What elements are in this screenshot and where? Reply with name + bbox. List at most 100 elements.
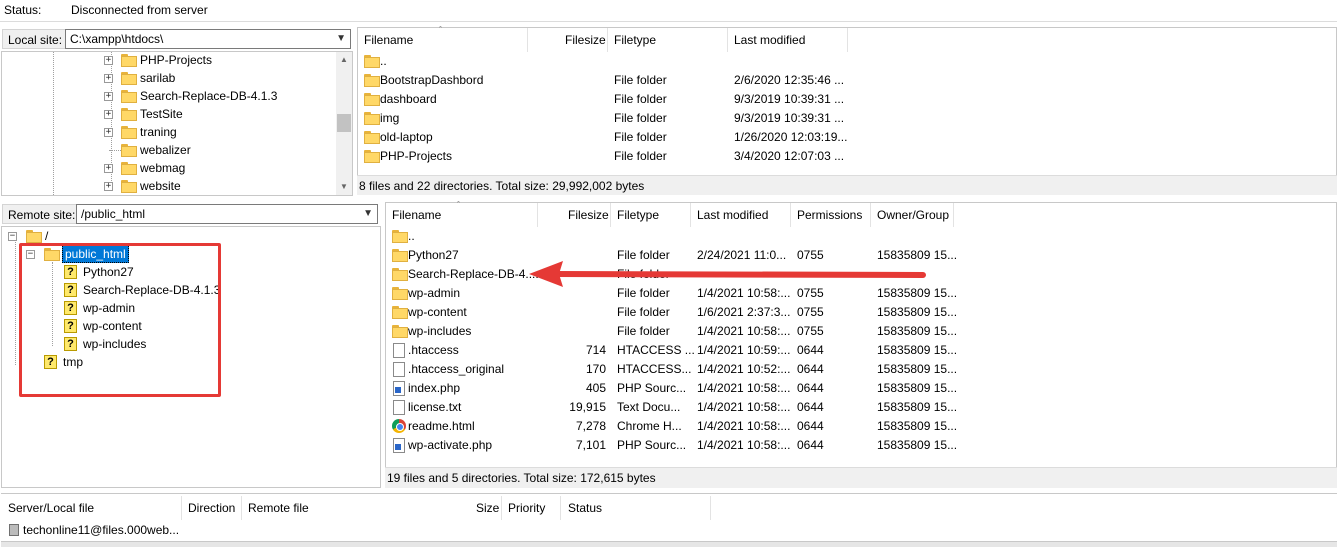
local-tree-label: traning — [140, 125, 177, 139]
remote-row[interactable]: index.php 405 PHP Sourc... 1/4/2021 10:5… — [386, 379, 966, 398]
remote-file-type: PHP Sourc... — [617, 438, 687, 452]
folder-icon — [121, 108, 137, 121]
col-filetype[interactable]: Filetype — [614, 30, 656, 50]
queue-col-status[interactable]: Status — [568, 498, 602, 518]
local-file-name: PHP-Projects — [380, 149, 453, 163]
local-tree-item[interactable]: + website — [104, 177, 334, 195]
remote-file-perm: 0755 — [797, 324, 824, 338]
folder-icon — [392, 249, 408, 262]
scroll-up-icon[interactable]: ▲ — [340, 55, 348, 64]
sort-ascending-icon: ˆ — [457, 200, 460, 210]
remote-file-type: Chrome H... — [617, 419, 682, 433]
expand-icon[interactable]: + — [104, 128, 113, 137]
queue-col-priority[interactable]: Priority — [508, 498, 545, 518]
local-summary: 8 files and 22 directories. Total size: … — [357, 175, 1337, 195]
remote-file-owner: 15835809 15... — [877, 343, 958, 357]
folder-icon — [121, 90, 137, 103]
col-owner-group[interactable]: Owner/Group — [877, 205, 949, 225]
highlight-box — [19, 243, 221, 397]
local-tree-item[interactable]: + Search-Replace-DB-4.1.3 — [104, 87, 334, 105]
remote-file-modified: 1/4/2021 10:52:... — [697, 362, 791, 376]
remote-file-size: 170 — [585, 362, 606, 376]
queue-col-server-local[interactable]: Server/Local file — [8, 498, 94, 518]
remote-site-path-combo[interactable]: /public_html ▼ — [76, 204, 378, 224]
local-tree-item[interactable]: + PHP-Projects — [104, 51, 334, 69]
collapse-icon[interactable]: − — [8, 232, 17, 241]
queue-col-size[interactable]: Size — [476, 498, 499, 518]
col-last-modified[interactable]: Last modified — [697, 205, 768, 225]
arrow-annotation — [529, 261, 926, 287]
remote-list-header: Filename ˆ Filesize Filetype Last modifi… — [386, 200, 1336, 227]
local-row[interactable]: dashboard File folder 9/3/2019 10:39:31 … — [358, 90, 858, 109]
local-row[interactable]: img File folder 9/3/2019 10:39:31 ... — [358, 109, 858, 128]
queue-item-name: techonline11@files.000web... — [23, 523, 180, 537]
local-row[interactable]: old-laptop File folder 1/26/2020 12:03:1… — [358, 128, 858, 147]
local-site-path: C:\xampp\htdocs\ — [70, 32, 164, 46]
status-message: Disconnected from server — [71, 3, 208, 17]
remote-file-owner: 15835809 15... — [877, 438, 958, 452]
local-site-path-combo[interactable]: C:\xampp\htdocs\ ▼ — [65, 29, 351, 49]
expand-icon[interactable]: + — [104, 164, 113, 173]
remote-file-size: 19,915 — [569, 400, 606, 414]
local-tree-label: TestSite — [140, 107, 183, 121]
local-tree-item[interactable]: + TestSite — [104, 105, 334, 123]
remote-file-name: wp-includes — [408, 324, 472, 338]
remote-file-name: Search-Replace-DB-4.... — [408, 267, 539, 281]
remote-row[interactable]: readme.html 7,278 Chrome H... 1/4/2021 1… — [386, 417, 966, 436]
col-filename[interactable]: Filename — [364, 30, 413, 50]
local-tree-item[interactable]: webalizer — [104, 141, 334, 159]
remote-file-name: readme.html — [408, 419, 475, 433]
scroll-thumb[interactable] — [337, 114, 351, 132]
remote-row[interactable]: .. — [386, 227, 966, 246]
local-tree-item[interactable]: + sarilab — [104, 69, 334, 87]
chrome-icon — [392, 419, 406, 433]
col-filename[interactable]: Filename — [392, 205, 441, 225]
queue-col-direction[interactable]: Direction — [188, 498, 235, 518]
remote-file-type: HTACCESS ... — [617, 343, 695, 357]
local-file-name: dashboard — [380, 92, 437, 106]
remote-file-size: 714 — [585, 343, 606, 357]
local-tree-label: website — [140, 179, 181, 193]
remote-file-owner: 15835809 15... — [877, 419, 958, 433]
queue-col-remote-file[interactable]: Remote file — [248, 498, 309, 518]
expand-icon[interactable]: + — [104, 74, 113, 83]
status-log: Status: Disconnected from server — [0, 0, 1337, 22]
remote-file-type: Text Docu... — [617, 400, 681, 414]
remote-row[interactable]: wp-activate.php 7,101 PHP Sourc... 1/4/2… — [386, 436, 966, 455]
local-file-modified: 3/4/2020 12:07:03 ... — [734, 149, 845, 163]
local-file-type: File folder — [614, 111, 667, 125]
remote-row[interactable]: wp-includes File folder 1/4/2021 10:58:.… — [386, 322, 966, 341]
remote-file-perm: 0644 — [797, 400, 824, 414]
local-tree-item[interactable]: + traning — [104, 123, 334, 141]
remote-file-size: 7,101 — [575, 438, 606, 452]
expand-icon[interactable]: + — [104, 92, 113, 101]
folder-icon — [392, 268, 408, 281]
local-tree-label: webmag — [140, 161, 186, 175]
col-permissions[interactable]: Permissions — [797, 205, 862, 225]
local-row[interactable]: PHP-Projects File folder 3/4/2020 12:07:… — [358, 147, 858, 166]
local-file-name: img — [380, 111, 400, 125]
local-row[interactable]: BootstrapDashbord File folder 2/6/2020 1… — [358, 71, 858, 90]
local-file-modified: 2/6/2020 12:35:46 ... — [734, 73, 845, 87]
scroll-down-icon[interactable]: ▼ — [340, 182, 348, 191]
local-tree-scrollbar[interactable]: ▲ ▼ — [336, 52, 352, 195]
expand-icon[interactable]: + — [104, 182, 113, 191]
remote-row[interactable]: .htaccess 714 HTACCESS ... 1/4/2021 10:5… — [386, 341, 966, 360]
folder-icon — [364, 150, 380, 163]
remote-file-modified: 1/4/2021 10:58:... — [697, 381, 791, 395]
col-last-modified[interactable]: Last modified — [734, 30, 805, 50]
local-row[interactable]: .. — [358, 52, 858, 71]
col-filetype[interactable]: Filetype — [617, 205, 659, 225]
col-filesize[interactable]: Filesize — [568, 205, 609, 225]
remote-row[interactable]: wp-content File folder 1/6/2021 2:37:3..… — [386, 303, 966, 322]
queue-tabs-strip — [1, 541, 1337, 547]
expand-icon[interactable]: + — [104, 56, 113, 65]
remote-row[interactable]: .htaccess_original 170 HTACCESS... 1/4/2… — [386, 360, 966, 379]
queue-item[interactable]: techonline11@files.000web... — [5, 521, 205, 539]
remote-row[interactable]: license.txt 19,915 Text Docu... 1/4/2021… — [386, 398, 966, 417]
local-tree-item[interactable]: + webmag — [104, 159, 334, 177]
col-filesize[interactable]: Filesize — [565, 30, 606, 50]
folder-icon — [392, 306, 408, 319]
expand-icon[interactable]: + — [104, 110, 113, 119]
remote-file-perm: 0644 — [797, 343, 824, 357]
